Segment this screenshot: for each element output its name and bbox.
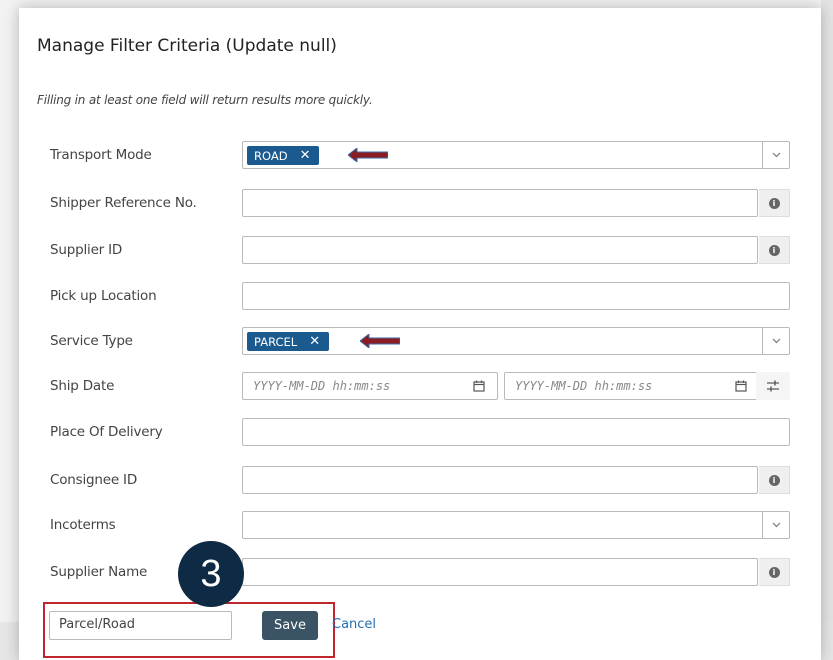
chevron-down-icon[interactable] [762, 328, 789, 354]
annotation-arrow-icon [348, 148, 388, 162]
sliders-icon[interactable] [756, 372, 790, 400]
row-pickup-location: Pick up Location [19, 282, 821, 310]
supplier-name-input[interactable] [242, 558, 758, 586]
dialog-hint: Filling in at least one field will retur… [37, 93, 373, 107]
filter-name-input[interactable]: Parcel/Road [49, 611, 232, 640]
calendar-icon[interactable] [473, 380, 485, 392]
cancel-link[interactable]: Cancel [332, 617, 376, 632]
transport-mode-label: Transport Mode [50, 147, 152, 163]
annotation-arrow-icon [360, 334, 400, 348]
ship-date-to-input[interactable]: YYYY-MM-DD hh:mm:ss [504, 372, 760, 400]
consignee-id-label: Consignee ID [50, 472, 138, 488]
filter-criteria-dialog: Manage Filter Criteria (Update null) Fil… [19, 8, 821, 660]
transport-mode-tag: ROAD ✕ [247, 146, 320, 165]
pickup-location-label: Pick up Location [50, 288, 157, 304]
service-type-tag: PARCEL ✕ [247, 332, 330, 351]
info-icon[interactable]: i [759, 558, 790, 586]
incoterms-select[interactable] [242, 511, 790, 539]
consignee-id-input[interactable] [242, 466, 758, 494]
remove-tag-icon[interactable]: ✕ [309, 334, 320, 349]
row-supplier-id: Supplier ID i [19, 236, 821, 264]
info-icon[interactable]: i [759, 189, 790, 217]
chevron-down-icon[interactable] [762, 512, 789, 538]
supplier-id-input[interactable] [242, 236, 758, 264]
date-placeholder: YYYY-MM-DD hh:mm:ss [253, 379, 391, 393]
row-place-of-delivery: Place Of Delivery [19, 418, 821, 446]
remove-tag-icon[interactable]: ✕ [300, 148, 311, 163]
row-transport-mode: Transport Mode ROAD ✕ [19, 141, 821, 169]
supplier-id-label: Supplier ID [50, 242, 123, 258]
row-consignee-id: Consignee ID i [19, 466, 821, 494]
row-supplier-name: Supplier Name i [19, 558, 821, 586]
date-placeholder: YYYY-MM-DD hh:mm:ss [515, 379, 653, 393]
transport-mode-select[interactable]: ROAD ✕ [242, 141, 790, 169]
incoterms-label: Incoterms [50, 517, 116, 533]
save-button[interactable]: Save [262, 611, 318, 640]
service-type-select[interactable]: PARCEL ✕ [242, 327, 790, 355]
dialog-title: Manage Filter Criteria (Update null) [37, 36, 337, 56]
service-type-label: Service Type [50, 333, 133, 349]
step-number-badge: 3 [178, 541, 244, 607]
shipper-reference-input[interactable] [242, 189, 758, 217]
shipper-reference-label: Shipper Reference No. [50, 195, 197, 211]
service-type-tag-text: PARCEL [254, 334, 298, 349]
row-incoterms: Incoterms [19, 511, 821, 539]
info-icon[interactable]: i [759, 466, 790, 494]
ship-date-from-input[interactable]: YYYY-MM-DD hh:mm:ss [242, 372, 498, 400]
supplier-name-label: Supplier Name [50, 564, 148, 580]
ship-date-label: Ship Date [50, 378, 115, 394]
chevron-down-icon[interactable] [762, 142, 789, 168]
pickup-location-input[interactable] [242, 282, 790, 310]
row-shipper-reference: Shipper Reference No. i [19, 189, 821, 217]
row-ship-date: Ship Date YYYY-MM-DD hh:mm:ss YYYY-MM-DD… [19, 372, 821, 400]
background-strip [821, 0, 833, 660]
place-of-delivery-label: Place Of Delivery [50, 424, 163, 440]
transport-mode-tag-text: ROAD [254, 148, 288, 163]
info-icon[interactable]: i [759, 236, 790, 264]
calendar-icon[interactable] [735, 380, 747, 392]
place-of-delivery-input[interactable] [242, 418, 790, 446]
row-service-type: Service Type PARCEL ✕ [19, 327, 821, 355]
